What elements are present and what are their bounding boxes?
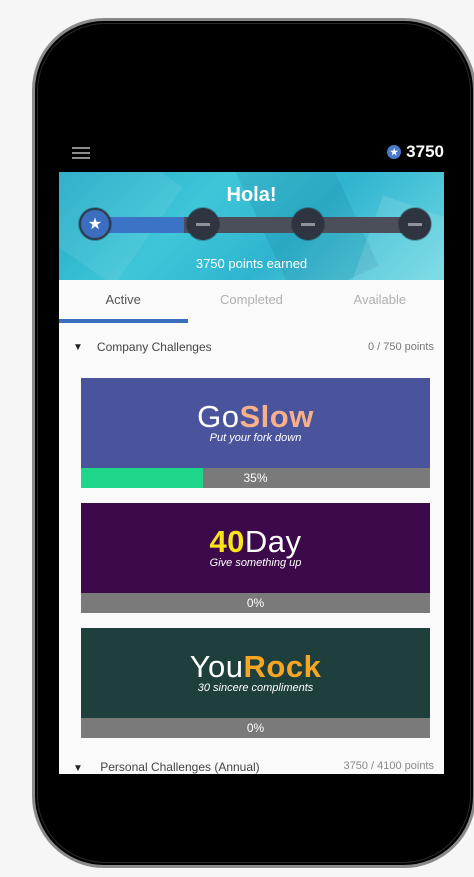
hero-banner: Hola! ★ 3750 points earned xyxy=(59,172,444,280)
caret-down-icon: ▼ xyxy=(73,763,83,774)
challenge-banner: GoSlow Put your fork down xyxy=(81,378,430,468)
challenge-progress-fill xyxy=(81,468,204,488)
challenge-tagline: Put your fork down xyxy=(209,432,302,444)
level-node-locked xyxy=(292,208,324,240)
points-balance-value: 3750 xyxy=(406,142,444,161)
section-points: 3750 / 4100 points xyxy=(343,760,434,772)
challenge-progress-bar: 0% xyxy=(81,718,430,738)
challenge-tabs: Active Completed Available xyxy=(59,280,444,323)
challenge-tagline: Give something up xyxy=(209,557,302,569)
app-screen: Hola! ★ 3750 points earned Active Comple… xyxy=(59,172,444,774)
challenge-card-40day[interactable]: 40Day Give something up 0% xyxy=(81,503,430,613)
challenge-progress-label: 35% xyxy=(243,471,268,485)
challenge-progress-label: 0% xyxy=(246,721,265,735)
challenge-progress-bar: 0% xyxy=(81,593,430,613)
greeting-title: Hola! xyxy=(226,184,277,206)
section-points: 0 / 750 points xyxy=(367,341,434,353)
level-node-star-icon: ★ xyxy=(79,208,111,240)
tab-active[interactable]: Active xyxy=(59,280,187,323)
points-balance: ★ 3750 xyxy=(387,142,444,162)
challenge-banner: 40Day Give something up xyxy=(81,503,430,593)
star-coin-icon: ★ xyxy=(387,145,402,159)
personal-challenges-header[interactable]: ▼ Personal Challenges (Annual) 3750 / 41… xyxy=(59,760,444,774)
challenge-card-goslow[interactable]: GoSlow Put your fork down 35% xyxy=(81,378,430,488)
tab-available[interactable]: Available xyxy=(316,280,444,323)
company-challenges-header[interactable]: ▼ Company Challenges 0 / 750 points xyxy=(59,323,444,371)
level-node-locked xyxy=(187,208,219,240)
challenge-brand: 40Day xyxy=(209,524,302,559)
challenge-brand: YouRock xyxy=(189,649,322,684)
challenge-progress-label: 0% xyxy=(246,596,265,610)
challenge-banner: YouRock 30 sincere compliments xyxy=(81,628,430,718)
level-node-locked xyxy=(399,208,431,240)
hamburger-menu-icon[interactable] xyxy=(72,147,90,159)
section-title: Personal Challenges (Annual) xyxy=(100,760,260,774)
challenge-progress-bar: 35% xyxy=(81,468,430,488)
points-earned-label: 3750 points earned xyxy=(195,256,308,271)
challenge-tagline: 30 sincere compliments xyxy=(197,682,314,694)
tab-completed[interactable]: Completed xyxy=(187,280,315,323)
level-track xyxy=(93,217,419,233)
active-tab-indicator xyxy=(59,319,188,323)
challenge-brand: GoSlow xyxy=(197,399,314,434)
top-app-bar: ★ 3750 xyxy=(59,138,444,172)
caret-down-icon: ▼ xyxy=(73,341,83,353)
challenge-card-yourock[interactable]: YouRock 30 sincere compliments 0% xyxy=(81,628,430,738)
section-title: Company Challenges xyxy=(96,340,212,354)
